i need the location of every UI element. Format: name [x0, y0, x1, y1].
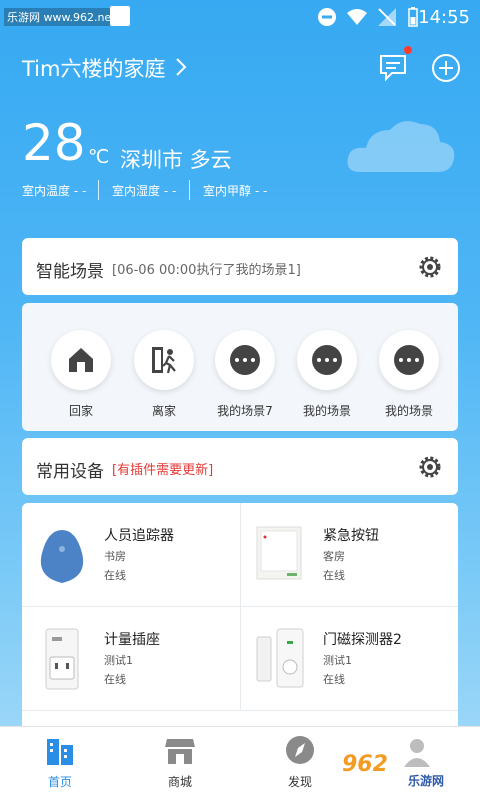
scene-icon-wrap — [215, 330, 275, 390]
indoor-temperature: 室内温度 - - — [22, 184, 87, 198]
device-name: 计量插座 — [104, 632, 160, 648]
nav-label: 发现 — [287, 775, 312, 789]
common-devices-title: 常用设备 — [36, 462, 104, 482]
more-dots-icon — [230, 345, 260, 375]
device-room: 测试1 — [323, 654, 352, 667]
device-room: 客房 — [323, 550, 345, 563]
location-weather: 深圳市 多云 — [120, 148, 232, 172]
nav-profile[interactable] — [400, 735, 434, 773]
smart-scene-title: 智能场景 — [36, 262, 104, 282]
scene-icon-wrap — [51, 330, 111, 390]
device-room: 测试1 — [104, 654, 133, 667]
nav-label: 商城 — [167, 775, 192, 789]
message-icon[interactable] — [378, 52, 408, 82]
scene-custom[interactable]: 我的场景 — [379, 330, 439, 418]
device-card[interactable]: 紧急按钮 客房 在线 — [241, 503, 458, 606]
gear-icon[interactable] — [416, 453, 444, 481]
scene-icon-wrap — [134, 330, 194, 390]
temperature-value: 28 — [22, 114, 86, 172]
scene-home[interactable]: 回家 — [51, 330, 111, 418]
status-bar: 乐游网 www.962.net 14:55 — [0, 0, 480, 34]
scene-log: [06-06 00:00执行了我的场景1] — [112, 263, 301, 278]
notification-icon — [110, 6, 130, 26]
nav-store[interactable]: 商城 — [140, 733, 220, 790]
more-dots-icon — [394, 345, 424, 375]
divider — [189, 180, 190, 200]
device-row-partial — [22, 711, 458, 726]
home-selector[interactable]: Tim六楼的家庭 — [22, 53, 165, 83]
device-status: 在线 — [323, 569, 345, 582]
smart-scene-card[interactable]: 智能场景 [06-06 00:00执行了我的场景1] — [22, 238, 458, 295]
temperature-unit: ℃ — [88, 146, 110, 168]
device-name: 紧急按钮 — [323, 528, 379, 544]
nav-label: 首页 — [47, 775, 72, 789]
indoor-humidity: 室内湿度 - - — [112, 184, 177, 198]
door-sensor-icon — [256, 628, 304, 688]
device-status: 在线 — [104, 673, 126, 686]
store-icon — [165, 739, 195, 764]
gear-icon[interactable] — [416, 253, 444, 281]
user-icon — [404, 739, 430, 767]
scene-label: 我的场景 — [384, 404, 433, 418]
scene-custom-7[interactable]: 我的场景7 — [215, 330, 275, 418]
scene-icon-wrap — [297, 330, 357, 390]
device-name: 门磁探测器2 — [323, 632, 402, 648]
device-card[interactable]: 人员追踪器 书房 在线 — [22, 503, 240, 606]
indoor-formaldehyde: 室内甲醇 - - — [203, 184, 268, 198]
nav-home[interactable]: 首页 — [20, 733, 100, 790]
plugin-update-notice[interactable]: [有插件需要更新] — [112, 459, 213, 478]
wifi-icon — [347, 9, 367, 25]
clock: 14:55 — [418, 7, 470, 28]
watermark-site: 乐游网 — [408, 774, 445, 788]
more-dots-icon — [312, 345, 342, 375]
tracker-device-icon — [40, 530, 84, 583]
device-card[interactable]: 门磁探测器2 测试1 在线 — [241, 607, 458, 710]
emergency-button-icon — [256, 526, 302, 580]
device-room: 书房 — [104, 550, 126, 563]
smart-plug-icon — [45, 628, 79, 690]
nav-discover[interactable]: 发现 — [260, 733, 340, 790]
watermark-text: 乐游网 www.962.net — [4, 8, 119, 26]
do-not-disturb-icon — [318, 8, 336, 26]
watermark-brand: 962 — [342, 752, 388, 777]
scene-icon-wrap — [379, 330, 439, 390]
common-devices-card[interactable]: 常用设备 [有插件需要更新] — [22, 438, 458, 495]
scene-leave-home[interactable]: 离家 — [134, 330, 194, 418]
unread-badge — [404, 46, 412, 54]
home-icon — [69, 348, 93, 372]
scene-custom[interactable]: 我的场景 — [297, 330, 357, 418]
device-status: 在线 — [104, 569, 126, 582]
signal-off-icon — [378, 8, 396, 26]
bottom-nav: 首页 商城 发现 — [0, 726, 480, 801]
device-card[interactable]: 计量插座 测试1 在线 — [22, 607, 240, 710]
chevron-right-icon[interactable] — [174, 56, 188, 78]
device-grid: 人员追踪器 书房 在线 紧急按钮 客房 在线 计量插座 测试1 在线 门磁探测器… — [22, 503, 458, 726]
divider — [98, 180, 99, 200]
device-name: 人员追踪器 — [104, 528, 174, 544]
device-status: 在线 — [323, 673, 345, 686]
home-buildings-icon — [47, 739, 73, 765]
compass-icon — [286, 736, 314, 764]
add-icon[interactable] — [431, 53, 461, 83]
leave-home-icon — [152, 347, 176, 374]
cloud-icon — [347, 121, 455, 172]
